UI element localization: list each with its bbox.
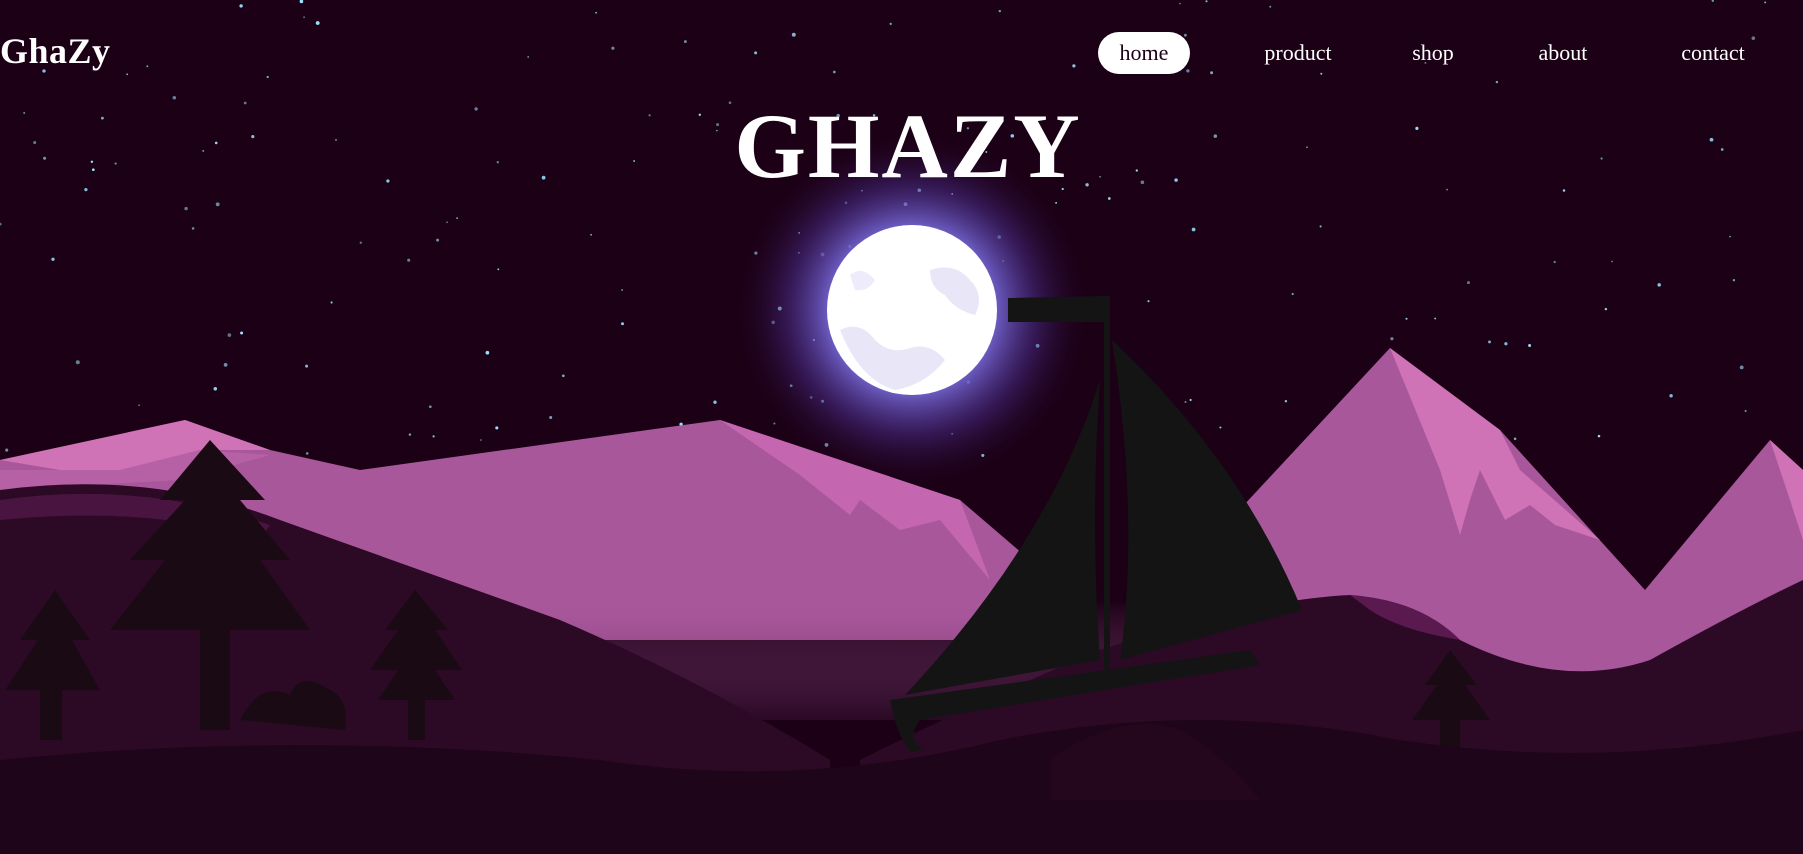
star-icon	[266, 75, 269, 79]
star-icon	[1467, 281, 1470, 285]
star-icon	[485, 350, 490, 355]
star-icon	[51, 257, 55, 261]
hero-title: GHAZY	[734, 95, 1082, 197]
star-icon	[1611, 260, 1613, 263]
star-icon	[1107, 197, 1111, 200]
nav-home[interactable]: home	[1098, 32, 1190, 74]
star-icon	[549, 415, 553, 420]
star-icon	[1405, 317, 1408, 320]
star-icon	[1189, 398, 1192, 402]
star-icon	[215, 202, 220, 207]
star-icon	[330, 301, 333, 304]
star-icon	[432, 435, 435, 438]
star-icon	[446, 221, 448, 224]
star-icon	[832, 70, 836, 74]
star-icon	[305, 364, 309, 368]
star-icon	[359, 241, 362, 244]
star-icon	[428, 405, 432, 409]
star-icon	[1669, 394, 1673, 398]
star-icon	[1729, 235, 1731, 238]
star-icon	[1495, 80, 1499, 84]
star-icon	[407, 258, 411, 262]
star-icon	[1191, 227, 1196, 232]
star-icon	[561, 374, 565, 378]
moon-icon	[827, 225, 997, 395]
star-icon	[1072, 64, 1076, 68]
star-icon	[621, 289, 624, 291]
star-icon	[590, 233, 592, 236]
star-icon	[305, 452, 309, 455]
star-icon	[1179, 2, 1181, 5]
star-icon	[527, 55, 530, 58]
star-icon	[1319, 225, 1322, 228]
star-icon	[495, 426, 499, 430]
star-icon	[754, 51, 758, 55]
site-logo[interactable]: GhaZy	[0, 30, 111, 72]
star-icon	[1553, 260, 1556, 264]
star-icon	[1210, 71, 1214, 75]
star-icon	[227, 333, 232, 337]
star-icon	[683, 40, 687, 44]
star-icon	[611, 46, 615, 50]
star-icon	[1434, 317, 1437, 320]
star-icon	[191, 227, 195, 230]
star-icon	[1390, 337, 1394, 341]
star-icon	[126, 73, 129, 76]
star-icon	[5, 448, 9, 452]
star-icon	[497, 268, 500, 271]
star-icon	[713, 400, 717, 404]
star-icon	[889, 22, 892, 26]
star-icon	[146, 65, 149, 68]
star-icon	[1739, 365, 1744, 370]
star-icon	[1147, 300, 1150, 303]
star-icon	[408, 433, 412, 436]
nav-shop[interactable]: shop	[1398, 32, 1468, 74]
star-icon	[138, 404, 141, 407]
star-icon	[1184, 33, 1187, 37]
star-icon	[240, 331, 244, 335]
star-icon	[1732, 279, 1736, 282]
star-icon	[1513, 437, 1517, 441]
star-icon	[791, 32, 796, 37]
star-icon	[1219, 426, 1222, 429]
star-icon	[998, 9, 1001, 13]
star-icon	[480, 439, 482, 441]
star-icon	[213, 387, 218, 391]
star-icon	[1205, 0, 1208, 3]
star-icon	[1597, 434, 1601, 438]
star-icon	[1504, 342, 1508, 346]
star-icon	[1764, 1, 1767, 4]
nav-product[interactable]: product	[1248, 32, 1348, 74]
star-icon	[595, 11, 597, 14]
star-icon	[1744, 409, 1747, 413]
star-icon	[184, 206, 188, 211]
star-icon	[1528, 344, 1532, 347]
star-icon	[315, 21, 320, 25]
star-icon	[239, 4, 243, 8]
star-icon	[1284, 399, 1288, 403]
star-icon	[75, 360, 80, 365]
star-icon	[1488, 340, 1491, 344]
star-icon	[621, 322, 624, 326]
nav-about[interactable]: about	[1528, 32, 1598, 74]
star-icon	[1184, 400, 1187, 404]
star-icon	[1291, 292, 1294, 296]
star-icon	[172, 95, 177, 100]
star-icon	[1186, 69, 1190, 73]
star-icon	[1604, 307, 1608, 311]
star-icon	[456, 217, 459, 220]
star-icon	[223, 363, 228, 367]
nav-contact[interactable]: contact	[1668, 32, 1758, 74]
star-icon	[303, 16, 305, 19]
star-icon	[1657, 283, 1661, 287]
star-icon	[1269, 5, 1272, 8]
star-icon	[436, 238, 440, 242]
